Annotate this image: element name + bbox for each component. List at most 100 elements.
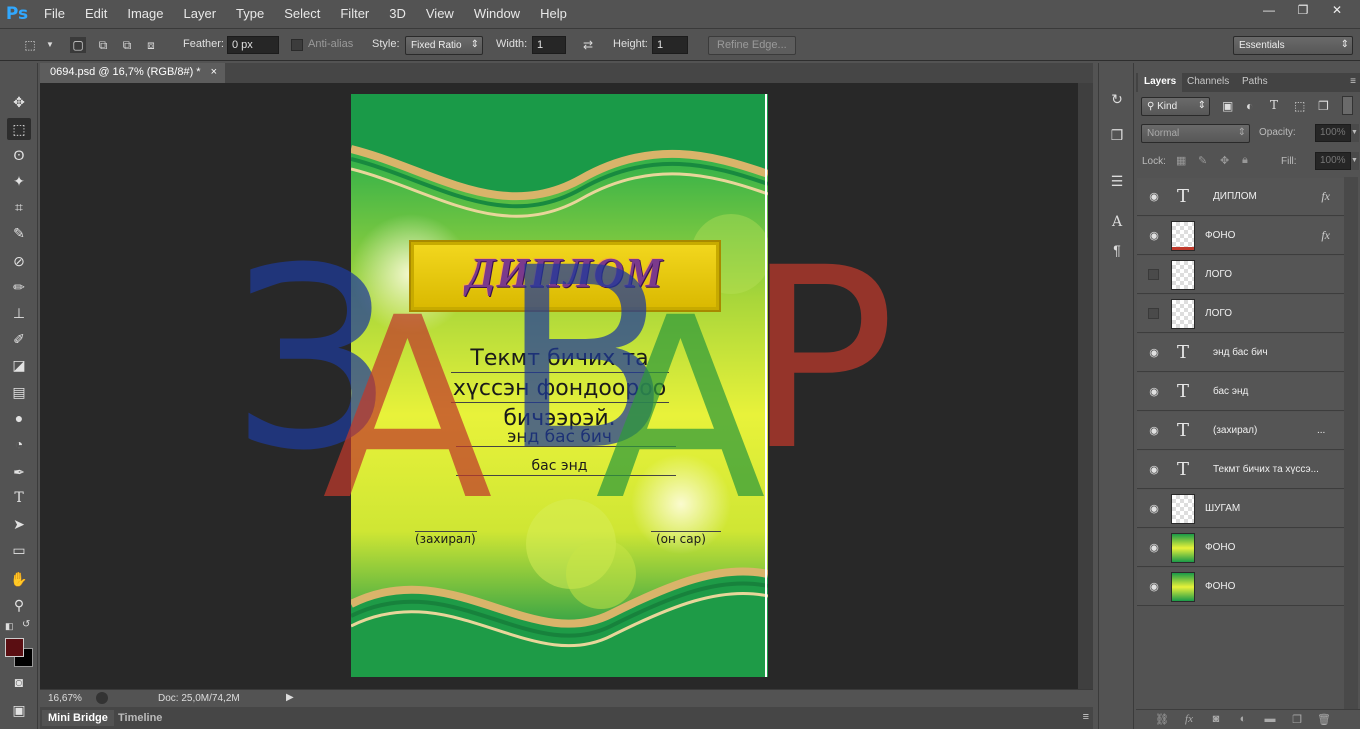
- filter-shape-icon[interactable]: ⬚: [1294, 99, 1305, 113]
- layer-row[interactable]: ЛОГО: [1137, 256, 1344, 294]
- delete-layer-icon[interactable]: 🗑︎: [1316, 713, 1332, 727]
- height-input[interactable]: 1: [652, 36, 688, 54]
- blend-mode-select[interactable]: Normal: [1141, 124, 1250, 143]
- status-menu-icon[interactable]: [96, 692, 108, 704]
- layer-thumbnail[interactable]: [1171, 494, 1195, 524]
- eye-icon[interactable]: ◉: [1147, 580, 1161, 594]
- path-selection-tool-icon[interactable]: ➤: [7, 513, 31, 535]
- menu-help[interactable]: Help: [530, 0, 577, 28]
- workspace-select[interactable]: Essentials: [1233, 36, 1353, 55]
- new-layer-icon[interactable]: ❐: [1289, 713, 1305, 727]
- layers-scrollbar[interactable]: [1344, 177, 1358, 715]
- vertical-scrollbar[interactable]: [1078, 83, 1093, 689]
- panel-menu-icon[interactable]: ≡: [1083, 711, 1089, 723]
- lock-pixels-icon[interactable]: ✎: [1198, 154, 1207, 167]
- layers-menu-icon[interactable]: ≡: [1350, 76, 1356, 87]
- hand-tool-icon[interactable]: ✋: [7, 568, 31, 590]
- clone-stamp-tool-icon[interactable]: ⊥: [7, 302, 31, 324]
- visibility-toggle[interactable]: [1148, 269, 1159, 280]
- eye-icon[interactable]: ◉: [1147, 541, 1161, 555]
- eye-icon[interactable]: ◉: [1147, 502, 1161, 516]
- menu-3d[interactable]: 3D: [379, 0, 416, 28]
- menu-image[interactable]: Image: [117, 0, 173, 28]
- menu-type[interactable]: Type: [226, 0, 274, 28]
- pen-tool-icon[interactable]: ✒: [7, 461, 31, 483]
- close-button[interactable]: ✕: [1320, 0, 1354, 20]
- tab-layers[interactable]: Layers: [1138, 73, 1183, 92]
- tab-timeline[interactable]: Timeline: [112, 710, 168, 726]
- swap-colors-icon[interactable]: ↺: [22, 619, 30, 630]
- layer-effects-icon[interactable]: fx: [1321, 228, 1330, 243]
- filter-adjustment-icon[interactable]: ◐: [1246, 99, 1253, 113]
- eye-icon[interactable]: ◉: [1147, 385, 1161, 399]
- lock-all-icon[interactable]: 🔒︎: [1242, 154, 1248, 167]
- layer-thumbnail[interactable]: [1171, 221, 1195, 251]
- layer-row[interactable]: ◉ Tэнд бас бич: [1137, 334, 1344, 372]
- magic-wand-tool-icon[interactable]: ✦: [7, 170, 31, 192]
- history-brush-tool-icon[interactable]: ✐: [7, 328, 31, 350]
- zoom-level[interactable]: 16,67%: [48, 693, 82, 704]
- lock-position-icon[interactable]: ✥: [1220, 154, 1229, 167]
- layer-row[interactable]: ◉ Tбас энд: [1137, 373, 1344, 411]
- link-layers-icon[interactable]: ⛓: [1154, 713, 1170, 727]
- layer-row[interactable]: ◉ ШУГАМ: [1137, 490, 1344, 528]
- 3d-panel-icon[interactable]: ❒: [1108, 126, 1126, 144]
- eyedropper-tool-icon[interactable]: ✎: [7, 222, 31, 244]
- layer-thumbnail[interactable]: [1171, 572, 1195, 602]
- zoom-tool-icon[interactable]: ⚲: [7, 594, 31, 616]
- layer-thumbnail[interactable]: [1171, 533, 1195, 563]
- crop-tool-icon[interactable]: ⌗: [7, 196, 31, 218]
- menu-layer[interactable]: Layer: [174, 0, 227, 28]
- antialias-checkbox[interactable]: [291, 39, 303, 51]
- quick-mask-icon[interactable]: ◙: [7, 671, 31, 693]
- brush-tool-icon[interactable]: ✏: [7, 276, 31, 298]
- layer-thumbnail[interactable]: [1171, 260, 1195, 290]
- filter-pixel-icon[interactable]: ▣: [1222, 99, 1233, 113]
- eye-icon[interactable]: ◉: [1147, 190, 1161, 204]
- filter-toggle[interactable]: [1342, 96, 1353, 115]
- new-group-icon[interactable]: ▬: [1262, 713, 1278, 727]
- layer-row[interactable]: ◉ ФОНО: [1137, 568, 1344, 606]
- layer-row[interactable]: ◉ ФОНО fx: [1137, 217, 1344, 255]
- style-select[interactable]: Fixed Ratio: [405, 36, 483, 55]
- tab-mini-bridge[interactable]: Mini Bridge: [42, 710, 114, 726]
- menu-file[interactable]: File: [34, 0, 75, 28]
- default-colors-icon[interactable]: ◧: [5, 621, 14, 632]
- foreground-color-swatch[interactable]: [5, 638, 24, 657]
- layer-row[interactable]: ◉ T ДИПЛОМ fx: [1137, 178, 1344, 216]
- document-tab[interactable]: 0694.psd @ 16,7% (RGB/8#) * ×: [40, 63, 225, 83]
- layer-row[interactable]: ◉ ФОНО: [1137, 529, 1344, 567]
- layer-row[interactable]: ЛОГО: [1137, 295, 1344, 333]
- type-tool-icon[interactable]: T: [7, 487, 31, 509]
- layer-thumbnail[interactable]: [1171, 299, 1195, 329]
- new-selection-icon[interactable]: ▢: [70, 37, 86, 53]
- fill-dropdown-icon[interactable]: ▼: [1351, 152, 1359, 170]
- history-panel-icon[interactable]: ↻: [1108, 90, 1126, 108]
- status-arrow-icon[interactable]: ▶: [286, 692, 294, 703]
- tab-channels[interactable]: Channels: [1181, 73, 1235, 92]
- subtract-selection-icon[interactable]: ⧉: [119, 37, 135, 53]
- intersect-selection-icon[interactable]: ⧈: [143, 37, 159, 53]
- rect-marquee-tool-icon[interactable]: ⬚: [7, 118, 31, 140]
- healing-brush-tool-icon[interactable]: ⊘: [7, 250, 31, 272]
- width-input[interactable]: 1: [532, 36, 566, 54]
- close-tab-icon[interactable]: ×: [211, 66, 217, 78]
- feather-input[interactable]: 0 px: [227, 36, 279, 54]
- eraser-tool-icon[interactable]: ◪: [7, 354, 31, 376]
- paragraph-panel-icon[interactable]: ¶: [1108, 241, 1126, 259]
- fill-input[interactable]: 100%: [1315, 152, 1351, 170]
- lock-transparent-icon[interactable]: ▦: [1176, 154, 1186, 167]
- blur-tool-icon[interactable]: ●: [7, 407, 31, 429]
- menu-edit[interactable]: Edit: [75, 0, 117, 28]
- adjustment-layer-icon[interactable]: ◐: [1235, 713, 1251, 727]
- rectangle-tool-icon[interactable]: ▭: [7, 539, 31, 561]
- lasso-tool-icon[interactable]: ʘ: [7, 144, 31, 166]
- menu-filter[interactable]: Filter: [330, 0, 379, 28]
- menu-select[interactable]: Select: [274, 0, 330, 28]
- minimize-button[interactable]: —: [1252, 0, 1286, 20]
- menu-view[interactable]: View: [416, 0, 464, 28]
- refine-edge-button[interactable]: Refine Edge...: [708, 36, 796, 55]
- screen-mode-icon[interactable]: ▣: [7, 699, 31, 721]
- restore-button[interactable]: ❐: [1286, 0, 1320, 20]
- layer-effects-icon[interactable]: fx: [1321, 189, 1330, 204]
